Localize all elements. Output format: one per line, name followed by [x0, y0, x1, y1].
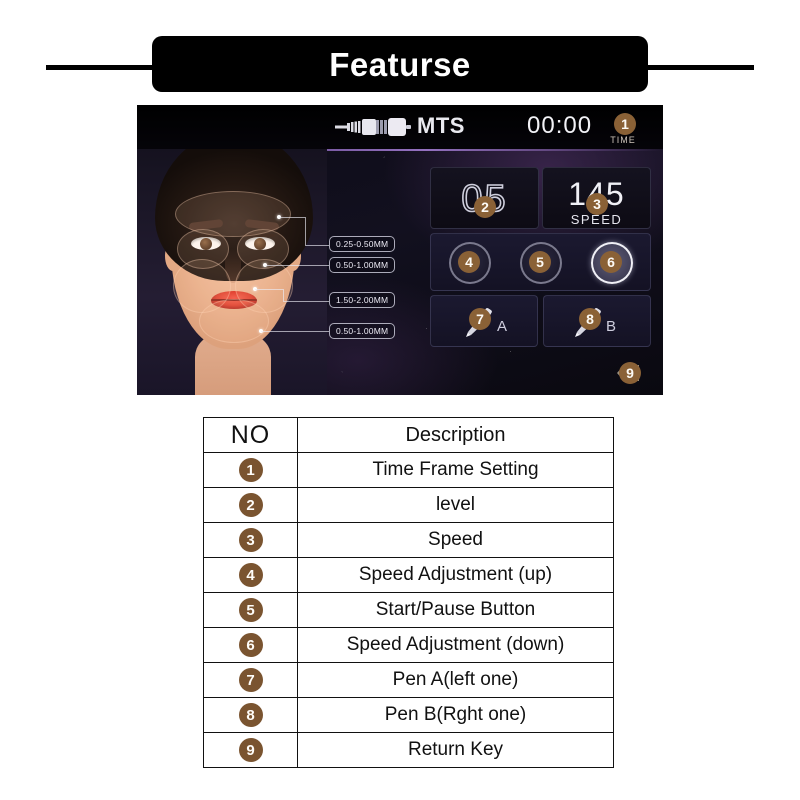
row-no-cell: 4	[203, 557, 298, 593]
timer-display: 00:00	[527, 112, 593, 139]
callout-leader-2	[265, 265, 329, 266]
depth-label-3: 1.50-2.00MM	[329, 292, 396, 308]
table-row: 1 Time Frame Setting	[203, 452, 614, 488]
header-rule-left	[46, 65, 166, 70]
badge-2: 2	[474, 196, 496, 218]
callout-leader-3v	[283, 289, 284, 301]
table-header-row: NO Description	[203, 417, 614, 453]
iris-left	[200, 238, 212, 250]
needle-cartridge-icon	[335, 118, 411, 136]
row-badge: 7	[238, 668, 263, 692]
table-row: 2 level	[203, 487, 614, 523]
row-badge: 6	[238, 633, 263, 657]
row-badge: 3	[238, 528, 263, 552]
row-no-cell: 5	[203, 592, 298, 628]
eyelash-left	[190, 234, 222, 237]
header-rule-right	[634, 65, 754, 70]
badge-3: 3	[586, 193, 608, 215]
row-no-cell: 7	[203, 662, 298, 698]
row-no-cell: 1	[203, 452, 298, 488]
row-desc-cell: Pen B(Rght one)	[297, 697, 614, 733]
feature-table: NO Description 1 Time Frame Setting 2 le…	[203, 417, 614, 768]
header-desc: Description	[297, 417, 614, 453]
header-banner: Featurse	[0, 18, 800, 92]
row-desc-cell: Return Key	[297, 732, 614, 768]
badge-5: 5	[529, 251, 551, 273]
nose-shape	[225, 249, 241, 283]
face-diagram	[137, 149, 327, 395]
table-row: 9 Return Key	[203, 732, 614, 768]
row-badge: 5	[238, 598, 263, 622]
table-row: 5 Start/Pause Button	[203, 592, 614, 628]
callout-leader-3b	[283, 301, 329, 302]
table-row: 8 Pen B(Rght one)	[203, 697, 614, 733]
table-row: 4 Speed Adjustment (up)	[203, 557, 614, 593]
pen-a-label: A	[497, 318, 508, 335]
callout-leader-1a	[279, 217, 305, 218]
depth-label-4: 0.50-1.00MM	[329, 323, 396, 339]
table-body: 1 Time Frame Setting 2 level 3 Speed 4 S…	[203, 452, 614, 768]
row-desc-cell: Pen A(left one)	[297, 662, 614, 698]
timer-caption: TIME	[610, 135, 636, 145]
depth-label-2: 0.50-1.00MM	[329, 257, 396, 273]
row-no-cell: 2	[203, 487, 298, 523]
row-desc-cell: Start/Pause Button	[297, 592, 614, 628]
row-desc-cell: level	[297, 487, 614, 523]
table-row: 3 Speed	[203, 522, 614, 558]
row-desc-cell: Speed Adjustment (up)	[297, 557, 614, 593]
badge-1: 1	[614, 113, 636, 135]
header-title-box: Featurse	[152, 36, 648, 92]
callout-leader-4	[261, 331, 329, 332]
table-row: 6 Speed Adjustment (down)	[203, 627, 614, 663]
header-no: NO	[203, 417, 298, 453]
row-badge: 9	[238, 738, 263, 762]
row-no-cell: 3	[203, 522, 298, 558]
callout-leader-1b	[305, 245, 329, 246]
mode-label: MTS	[417, 113, 465, 138]
device-screen: MTS 00:00 TIME 1 0.25-0.50MM 0.50-1.00MM…	[137, 105, 663, 395]
row-badge: 8	[238, 703, 263, 727]
badge-9: 9	[619, 362, 641, 384]
table-row: 7 Pen A(left one)	[203, 662, 614, 698]
row-no-cell: 8	[203, 697, 298, 733]
page-title: Featurse	[329, 45, 471, 83]
row-desc-cell: Time Frame Setting	[297, 452, 614, 488]
badge-6: 6	[600, 251, 622, 273]
badge-8: 8	[579, 308, 601, 330]
depth-label-1: 0.25-0.50MM	[329, 236, 396, 252]
iris-right	[254, 238, 266, 250]
callout-leader-1v	[305, 217, 306, 245]
row-desc-cell: Speed Adjustment (down)	[297, 627, 614, 663]
row-no-cell: 6	[203, 627, 298, 663]
callout-leader-3a	[255, 289, 283, 290]
row-badge: 4	[238, 563, 263, 587]
badge-4: 4	[458, 251, 480, 273]
badge-7: 7	[469, 308, 491, 330]
eyelash-right	[244, 234, 276, 237]
row-badge: 1	[238, 458, 263, 482]
pen-b-label: B	[606, 318, 617, 335]
page-root: Featurse MTS 00:00 TIME 1 0.25-0.50MM 0.…	[0, 0, 800, 800]
row-no-cell: 9	[203, 732, 298, 768]
lip-line	[211, 299, 257, 301]
row-badge: 2	[238, 493, 263, 517]
row-desc-cell: Speed	[297, 522, 614, 558]
